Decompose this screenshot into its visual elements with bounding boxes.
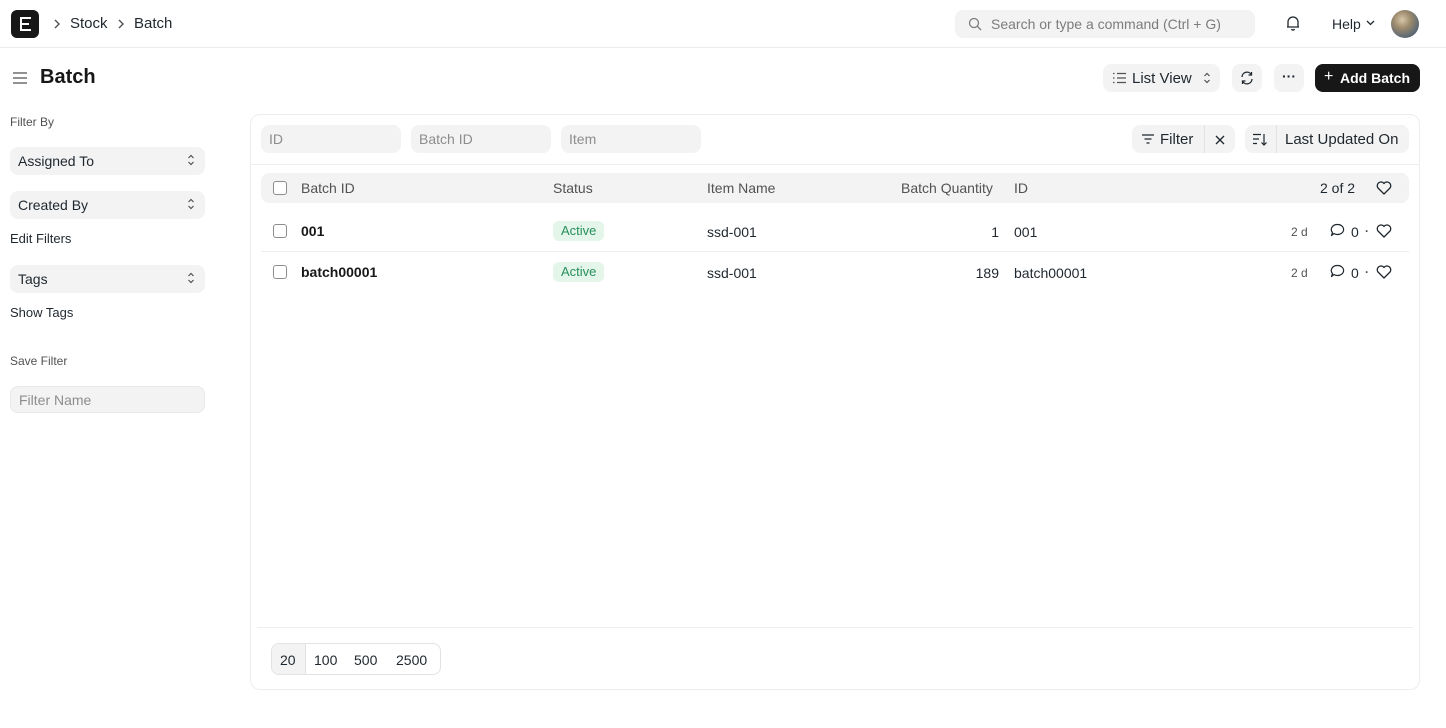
panel-divider <box>251 164 1419 165</box>
dot-separator: · <box>1365 265 1369 279</box>
edit-filters-link[interactable]: Edit Filters <box>10 231 71 246</box>
created-by-select[interactable]: Created By <box>10 191 205 219</box>
select-arrows-icon <box>188 154 194 166</box>
filter-by-label: Filter By <box>10 115 55 129</box>
table-row[interactable]: batch00001 Active ssd-001 189 batch00001… <box>261 252 1409 292</box>
help-label: Help <box>1332 16 1361 32</box>
created-by-label: Created By <box>18 197 89 213</box>
chevron-down-icon <box>1366 20 1375 26</box>
breadcrumb-chevron-icon <box>54 19 60 29</box>
page-title: Batch <box>40 66 96 88</box>
help-dropdown[interactable]: Help <box>1332 16 1375 32</box>
row-item-name: ssd-001 <box>707 224 757 240</box>
assigned-to-select[interactable]: Assigned To <box>10 147 205 175</box>
dot-separator: · <box>1365 224 1369 238</box>
tags-select[interactable]: Tags <box>10 265 205 293</box>
status-badge: Active <box>553 262 605 282</box>
search-icon <box>968 17 982 31</box>
heart-icon[interactable] <box>1376 224 1392 238</box>
row-comment-count: 0 <box>1351 224 1359 240</box>
add-batch-button[interactable]: + Add Batch <box>1315 64 1420 92</box>
sort-divider <box>1276 125 1277 153</box>
row-batch-quantity: 189 <box>975 265 999 281</box>
sort-label: Last Updated On <box>1285 131 1399 148</box>
row-batch-id[interactable]: 001 <box>301 223 324 239</box>
page-size-500[interactable]: 500 <box>354 652 377 668</box>
page-size-100[interactable]: 100 <box>314 652 337 668</box>
item-filter-placeholder: Item <box>569 131 597 147</box>
id-filter-placeholder: ID <box>269 131 283 147</box>
filter-label: Filter <box>1160 131 1194 148</box>
sidebar-toggle-icon[interactable] <box>12 70 28 86</box>
app-logo-icon[interactable] <box>11 10 39 38</box>
page-size-selector: 20 100 500 2500 <box>271 643 441 675</box>
filter-name-placeholder: Filter Name <box>19 392 92 408</box>
reload-button[interactable] <box>1232 64 1262 92</box>
row-checkbox[interactable] <box>273 224 287 238</box>
page-size-2500[interactable]: 2500 <box>396 652 427 668</box>
row-checkbox[interactable] <box>273 265 287 279</box>
select-arrows-icon <box>188 272 194 284</box>
batch-id-filter-placeholder: Batch ID <box>419 131 473 147</box>
heart-icon[interactable] <box>1376 265 1392 279</box>
notification-bell-icon[interactable] <box>1284 14 1302 32</box>
table-header: Batch ID Status Item Name Batch Quantity… <box>261 173 1409 203</box>
show-tags-link[interactable]: Show Tags <box>10 305 73 320</box>
item-filter-input[interactable]: Item <box>561 125 701 153</box>
column-batch-id: Batch ID <box>301 180 355 196</box>
row-modified: 2 d <box>1291 225 1308 239</box>
column-status: Status <box>553 180 593 196</box>
search-bar[interactable]: Search or type a command (Ctrl + G) <box>955 10 1255 38</box>
select-arrows-icon <box>1204 72 1210 84</box>
user-avatar[interactable] <box>1391 10 1419 38</box>
more-actions-button[interactable]: ··· <box>1274 64 1304 92</box>
filter-name-input[interactable]: Filter Name <box>10 386 205 413</box>
list-view-switcher[interactable]: List View <box>1103 64 1220 92</box>
breadcrumb-batch[interactable]: Batch <box>134 15 172 32</box>
list-icon <box>1113 72 1126 84</box>
column-batch-quantity: Batch Quantity <box>901 180 993 196</box>
top-navbar: Stock Batch Search or type a command (Ct… <box>0 0 1446 48</box>
tags-label: Tags <box>18 271 48 287</box>
column-item-name: Item Name <box>707 180 776 196</box>
row-batch-id[interactable]: batch00001 <box>301 264 377 280</box>
refresh-icon <box>1241 71 1253 85</box>
row-modified: 2 d <box>1291 266 1308 280</box>
row-comment-count: 0 <box>1351 265 1359 281</box>
comment-icon[interactable] <box>1330 264 1345 278</box>
comment-icon[interactable] <box>1330 223 1345 237</box>
add-batch-label: Add Batch <box>1340 70 1410 86</box>
status-badge: Active <box>553 221 605 241</box>
save-filter-label: Save Filter <box>10 354 68 368</box>
sort-order-icon[interactable] <box>1253 133 1267 146</box>
page-size-20[interactable]: 20 <box>280 652 296 668</box>
filter-icon <box>1142 134 1154 144</box>
breadcrumb-stock[interactable]: Stock <box>70 15 108 32</box>
record-count: 2 of 2 <box>1320 180 1356 196</box>
view-switcher-label: List View <box>1132 70 1192 87</box>
assigned-to-label: Assigned To <box>18 153 95 169</box>
select-arrows-icon <box>188 198 194 210</box>
heart-icon[interactable] <box>1376 181 1392 195</box>
row-id: 001 <box>1014 224 1038 240</box>
select-all-checkbox[interactable] <box>273 181 287 195</box>
list-panel: ID Batch ID Item Filter Last Updated On … <box>250 114 1420 690</box>
id-filter-input[interactable]: ID <box>261 125 401 153</box>
sort-control[interactable]: Last Updated On <box>1245 125 1409 153</box>
more-actions-label: ··· <box>1282 68 1296 84</box>
filter-divider <box>1204 125 1205 153</box>
plus-icon: + <box>1324 68 1334 85</box>
row-item-name: ssd-001 <box>707 265 757 281</box>
filter-button[interactable]: Filter <box>1132 125 1235 153</box>
search-placeholder: Search or type a command (Ctrl + G) <box>991 16 1221 32</box>
row-batch-quantity: 1 <box>991 224 999 240</box>
footer-divider <box>257 627 1413 628</box>
row-id: batch00001 <box>1014 265 1088 281</box>
breadcrumb-chevron-icon <box>118 19 124 29</box>
batch-id-filter-input[interactable]: Batch ID <box>411 125 551 153</box>
clear-filter-icon[interactable] <box>1215 135 1225 145</box>
table-row[interactable]: 001 Active ssd-001 1 001 2 d 0 · <box>261 211 1409 251</box>
column-id: ID <box>1014 180 1028 196</box>
